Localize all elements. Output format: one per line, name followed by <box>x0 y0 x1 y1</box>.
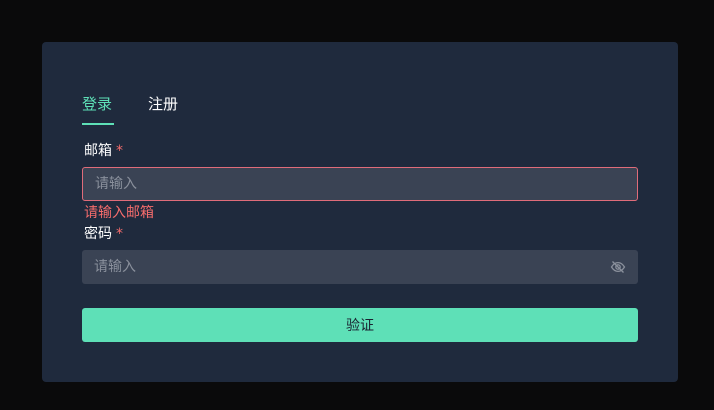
password-label: 密码 * <box>84 225 123 243</box>
email-field-wrapper <box>82 167 638 201</box>
email-label-text: 邮箱 <box>84 143 112 159</box>
password-field-wrapper <box>82 250 638 284</box>
verify-button[interactable]: 验证 <box>82 308 638 342</box>
password-label-text: 密码 <box>84 226 112 242</box>
email-label: 邮箱 * <box>84 142 123 160</box>
email-input[interactable] <box>83 168 637 200</box>
login-card: 登录 注册 邮箱* 请输入邮箱 密码* 验证 <box>42 42 678 382</box>
eye-off-icon[interactable] <box>610 259 626 275</box>
auth-tabs: 登录 注册 <box>82 94 178 125</box>
tab-register[interactable]: 注册 <box>148 94 178 114</box>
tab-login[interactable]: 登录 <box>82 94 115 125</box>
email-required-mark: * <box>116 143 123 159</box>
email-error-message: 请输入邮箱 <box>84 205 154 221</box>
password-input[interactable] <box>82 250 638 284</box>
password-required-mark: * <box>116 226 123 242</box>
